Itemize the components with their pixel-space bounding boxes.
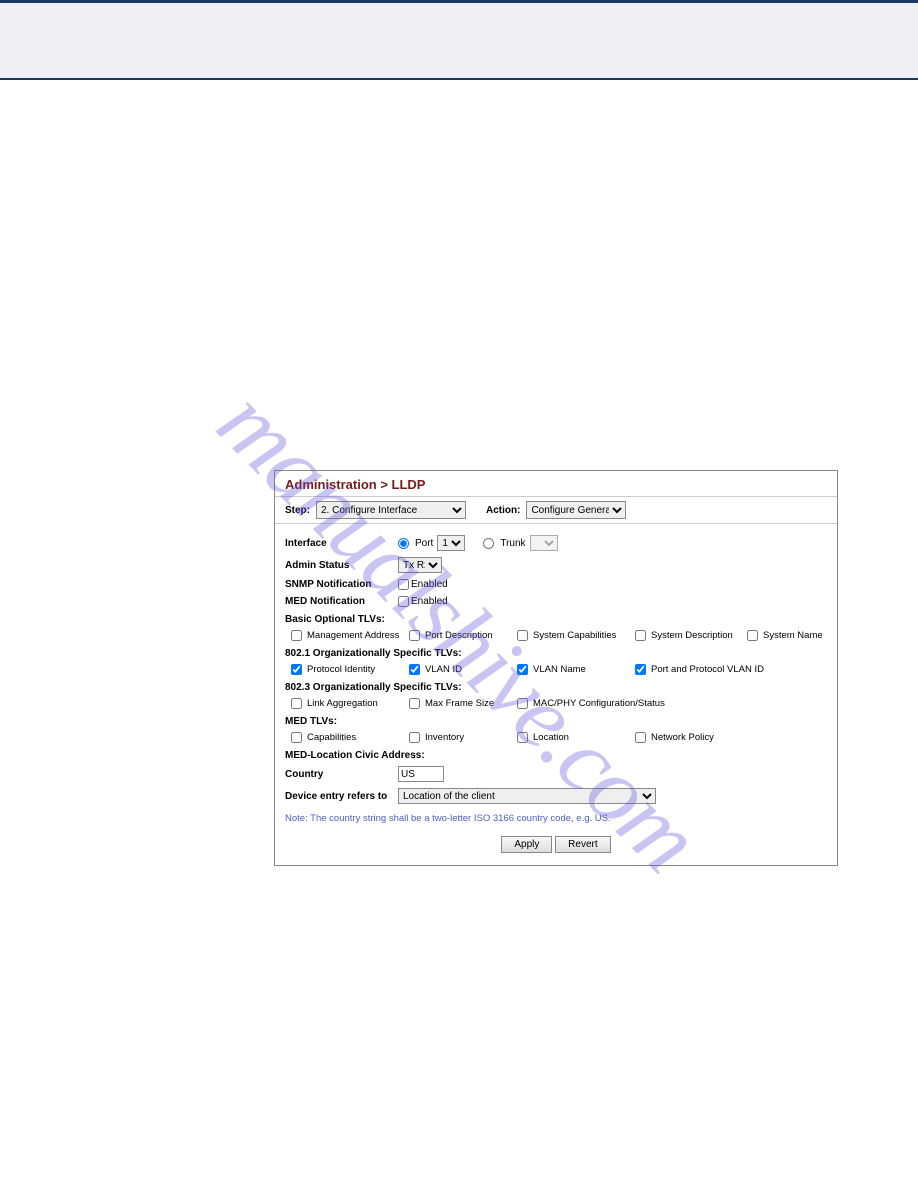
vlan-id-label: VLAN ID: [425, 664, 462, 675]
admin-status-row: Admin Status Tx Rx: [285, 554, 827, 576]
button-row: Apply Revert: [285, 830, 827, 855]
port-proto-vlan-checkbox[interactable]: [635, 664, 646, 675]
device-entry-label: Device entry refers to: [285, 791, 398, 802]
org8021-heading: 802.1 Organizationally Specific TLVs:: [285, 644, 827, 661]
country-label: Country: [285, 769, 398, 780]
mac-phy-cell: MAC/PHY Configuration/Status: [517, 698, 665, 709]
proto-id-label: Protocol Identity: [307, 664, 375, 675]
vlan-name-cell: VLAN Name: [517, 664, 635, 675]
interface-label: Interface: [285, 538, 398, 549]
med-notif-checkbox[interactable]: [398, 596, 409, 607]
admin-status-select[interactable]: Tx Rx: [398, 557, 442, 573]
med-notif-row: MED Notification Enabled: [285, 593, 827, 610]
loc-checkbox[interactable]: [517, 732, 528, 743]
page-header-band: [0, 0, 918, 80]
snmp-checkbox[interactable]: [398, 579, 409, 590]
proto-id-cell: Protocol Identity: [291, 664, 409, 675]
trunk-select: [530, 535, 558, 551]
country-input[interactable]: [398, 766, 444, 782]
org8023-heading: 802.3 Organizationally Specific TLVs:: [285, 678, 827, 695]
snmp-enabled-text: Enabled: [411, 579, 448, 590]
loc-cell: Location: [517, 732, 635, 743]
sys-desc-checkbox[interactable]: [635, 630, 646, 641]
sys-cap-checkbox[interactable]: [517, 630, 528, 641]
interface-trunk-cluster: Trunk: [483, 535, 557, 551]
trunk-radio[interactable]: [483, 538, 494, 549]
mac-phy-checkbox[interactable]: [517, 698, 528, 709]
inv-label: Inventory: [425, 732, 464, 743]
org8023-row: Link Aggregation Max Frame Size MAC/PHY …: [285, 695, 827, 712]
vlan-name-label: VLAN Name: [533, 664, 586, 675]
step-action-row: Step: 2. Configure Interface Action: Con…: [275, 497, 837, 524]
panel-header: Administration > LLDP: [275, 471, 837, 497]
port-select[interactable]: 1: [437, 535, 465, 551]
net-pol-cell: Network Policy: [635, 732, 714, 743]
port-proto-vlan-cell: Port and Protocol VLAN ID: [635, 664, 764, 675]
link-agg-checkbox[interactable]: [291, 698, 302, 709]
proto-id-checkbox[interactable]: [291, 664, 302, 675]
org8021-row: Protocol Identity VLAN ID VLAN Name Port…: [285, 661, 827, 678]
max-frame-cell: Max Frame Size: [409, 698, 517, 709]
mgmt-addr-cell: Management Address: [291, 630, 409, 641]
med-loc-heading: MED-Location Civic Address:: [285, 746, 827, 763]
vlan-id-checkbox[interactable]: [409, 664, 420, 675]
snmp-row: SNMP Notification Enabled: [285, 576, 827, 593]
vlan-id-cell: VLAN ID: [409, 664, 517, 675]
med-notif-label: MED Notification: [285, 596, 398, 607]
sys-cap-label: System Capabilities: [533, 630, 616, 641]
port-desc-checkbox[interactable]: [409, 630, 420, 641]
sys-desc-label: System Description: [651, 630, 733, 641]
inv-cell: Inventory: [409, 732, 517, 743]
basic-tlv-row: Management Address Port Description Syst…: [285, 627, 827, 644]
revert-button[interactable]: Revert: [555, 836, 610, 853]
mac-phy-label: MAC/PHY Configuration/Status: [533, 698, 665, 709]
country-note: Note: The country string shall be a two-…: [285, 807, 827, 830]
device-entry-select[interactable]: Location of the client: [398, 788, 656, 804]
mgmt-addr-label: Management Address: [307, 630, 399, 641]
med-enabled-text: Enabled: [411, 596, 448, 607]
cap-checkbox[interactable]: [291, 732, 302, 743]
breadcrumb-title: Administration > LLDP: [285, 477, 425, 492]
action-label: Action:: [486, 505, 520, 516]
sys-name-cell: System Name: [747, 630, 823, 641]
interface-port-cluster: Port 1: [398, 535, 465, 551]
mgmt-addr-checkbox[interactable]: [291, 630, 302, 641]
snmp-label: SNMP Notification: [285, 579, 398, 590]
port-desc-cell: Port Description: [409, 630, 517, 641]
lldp-config-panel: Administration > LLDP Step: 2. Configure…: [274, 470, 838, 866]
net-pol-label: Network Policy: [651, 732, 714, 743]
port-radio[interactable]: [398, 538, 409, 549]
med-tlv-heading: MED TLVs:: [285, 712, 827, 729]
inv-checkbox[interactable]: [409, 732, 420, 743]
port-label: Port: [415, 538, 433, 549]
panel-body: Interface Port 1 Trunk: [275, 524, 837, 865]
max-frame-checkbox[interactable]: [409, 698, 420, 709]
link-agg-cell: Link Aggregation: [291, 698, 409, 709]
port-proto-vlan-label: Port and Protocol VLAN ID: [651, 664, 764, 675]
action-select[interactable]: Configure General: [526, 501, 626, 519]
interface-row: Interface Port 1 Trunk: [285, 532, 827, 554]
basic-tlv-heading: Basic Optional TLVs:: [285, 610, 827, 627]
max-frame-label: Max Frame Size: [425, 698, 494, 709]
sys-cap-cell: System Capabilities: [517, 630, 635, 641]
cap-cell: Capabilities: [291, 732, 409, 743]
med-tlv-row: Capabilities Inventory Location Network …: [285, 729, 827, 746]
net-pol-checkbox[interactable]: [635, 732, 646, 743]
device-entry-row: Device entry refers to Location of the c…: [285, 785, 827, 807]
admin-status-label: Admin Status: [285, 560, 398, 571]
loc-label: Location: [533, 732, 569, 743]
country-row: Country: [285, 763, 827, 785]
port-desc-label: Port Description: [425, 630, 493, 641]
link-agg-label: Link Aggregation: [307, 698, 378, 709]
page-body: manualshive.com Administration > LLDP St…: [0, 80, 918, 1180]
cap-label: Capabilities: [307, 732, 356, 743]
step-label: Step:: [285, 505, 310, 516]
vlan-name-checkbox[interactable]: [517, 664, 528, 675]
trunk-label: Trunk: [500, 538, 525, 549]
step-select[interactable]: 2. Configure Interface: [316, 501, 466, 519]
apply-button[interactable]: Apply: [501, 836, 552, 853]
sys-name-checkbox[interactable]: [747, 630, 758, 641]
sys-name-label: System Name: [763, 630, 823, 641]
sys-desc-cell: System Description: [635, 630, 747, 641]
